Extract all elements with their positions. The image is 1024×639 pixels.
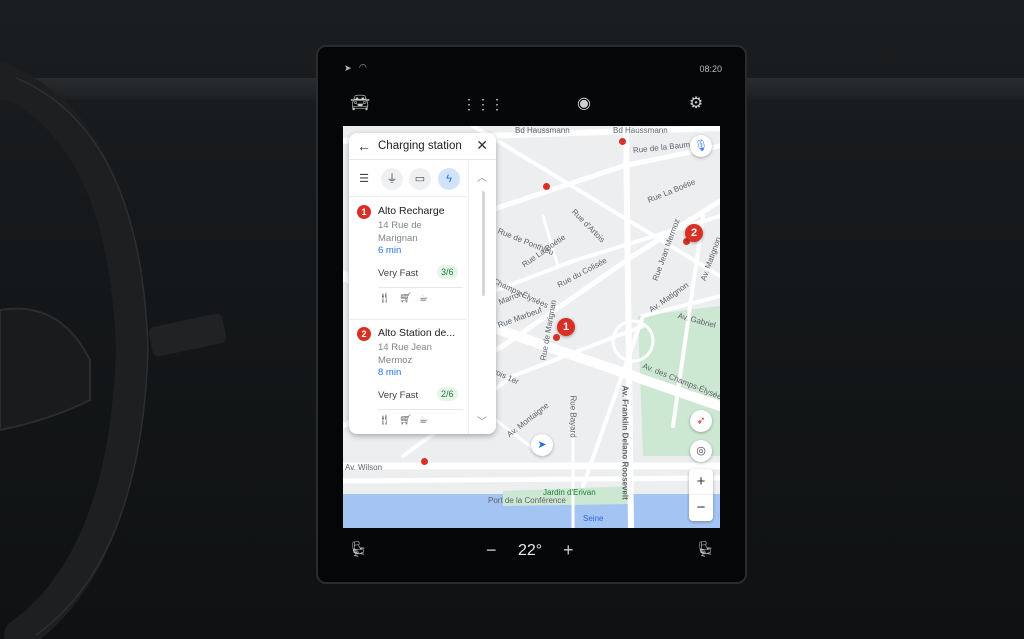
charge-speed: Very Fast <box>378 390 419 401</box>
availability-badge: 2/6 <box>437 387 458 401</box>
scroll-column: ︿ ﹀ <box>468 161 496 434</box>
charge-speed: Very Fast <box>378 268 419 279</box>
restaurant-icon: 🍴︎ <box>378 415 391 426</box>
my-location-icon[interactable]: ◎ <box>690 440 712 462</box>
navigation-arrow-icon[interactable]: ➤ <box>531 434 553 456</box>
steering-wheel <box>0 62 149 639</box>
cart-icon: 🛒︎ <box>399 293 412 304</box>
arrow-left-icon[interactable]: ← <box>357 138 371 154</box>
station-eta: 6 min <box>378 245 402 256</box>
street-label: Bd Haussmann <box>515 126 570 135</box>
station-marker[interactable] <box>553 334 560 341</box>
result-marker-2[interactable]: 2 <box>685 224 703 242</box>
river-label: Seine <box>583 514 604 523</box>
cafe-icon: ☕︎ <box>419 293 428 304</box>
navigation-arrow-icon: ➤ <box>344 63 352 73</box>
cafe-icon: ☕︎ <box>419 415 428 426</box>
temperature-display: 22° <box>518 542 543 559</box>
top-app-bar: 🚘︎ ⋮⋮⋮ ◉ ⚙ <box>344 94 714 116</box>
zoom-out-button[interactable]: − <box>689 495 713 521</box>
climate-bar: 💺︎ − 22° + 💺︎ <box>344 540 722 564</box>
chevron-up-icon[interactable]: ︿ <box>477 169 487 184</box>
car-icon[interactable]: 🚘︎ <box>350 94 370 114</box>
zoom-in-button[interactable]: + <box>689 469 713 495</box>
microphone-icon[interactable]: 🎙︎ <box>690 135 712 157</box>
close-icon[interactable]: ✕ <box>476 137 488 154</box>
result-number: 1 <box>357 205 371 219</box>
filter-row: ☰ ⏚ ▭ ϟ <box>349 161 467 197</box>
wifi-icon: ◠ <box>359 62 367 72</box>
tune-icon[interactable]: ☰ <box>353 168 375 190</box>
result-item[interactable]: 2 Alto Station de... 14 Rue Jean Mermoz … <box>349 320 467 434</box>
street-label: Av. Franklin Delano Roosevelt <box>620 385 630 500</box>
temperature-increase-button[interactable]: + <box>563 540 574 561</box>
settings-gear-icon[interactable]: ⚙ <box>686 94 706 114</box>
divider <box>378 287 463 288</box>
panel-header: ← Charging station ✕ <box>349 133 496 160</box>
station-marker[interactable] <box>543 183 550 190</box>
apps-grid-icon[interactable]: ⋮⋮⋮ <box>462 94 504 114</box>
compass-icon[interactable]: ➶ <box>690 410 712 432</box>
station-name: Alto Station de... <box>378 327 456 339</box>
divider <box>378 409 463 410</box>
temperature-decrease-button[interactable]: − <box>486 540 497 561</box>
fast-charge-icon[interactable]: ϟ <box>438 168 460 190</box>
availability-badge: 3/6 <box>437 265 458 279</box>
seat-heat-icon[interactable]: 💺︎ <box>696 540 715 558</box>
station-eta: 8 min <box>378 367 402 378</box>
station-marker[interactable] <box>421 458 428 465</box>
result-item[interactable]: 1 Alto Recharge 14 Rue de Marignan 6 min… <box>349 198 467 320</box>
charging-station-panel: ← Charging station ✕ ☰ ⏚ ▭ ϟ 1 Alto Rech… <box>349 133 496 434</box>
station-name: Alto Recharge <box>378 205 445 217</box>
station-address: 14 Rue Jean Mermoz <box>378 342 432 366</box>
credit-card-icon[interactable]: ▭ <box>409 168 431 190</box>
restaurant-icon: 🍴︎ <box>378 293 391 304</box>
seat-heat-icon[interactable]: 💺︎ <box>349 540 368 558</box>
clock: 08:20 <box>699 64 722 74</box>
plug-icon[interactable]: ⏚ <box>381 168 403 190</box>
station-address: 14 Rue de Marignan <box>378 220 422 244</box>
account-icon[interactable]: ◉ <box>574 94 594 114</box>
station-marker[interactable] <box>619 138 626 145</box>
street-label: Bd Haussmann <box>613 126 668 135</box>
status-bar: ➤ ◠ 08:20 <box>344 62 722 77</box>
street-label: Port de la Conférence <box>488 496 566 505</box>
street-label: Av. Wilson <box>345 463 383 472</box>
result-number: 2 <box>357 327 371 341</box>
zoom-controls: + − <box>689 469 713 521</box>
cart-icon: 🛒︎ <box>399 415 412 426</box>
chevron-down-icon[interactable]: ﹀ <box>477 413 487 428</box>
result-marker-1[interactable]: 1 <box>557 318 575 336</box>
panel-title: Charging station <box>378 140 462 152</box>
scrollbar[interactable] <box>482 191 485 296</box>
street-label: Rue Bayard <box>568 395 578 438</box>
